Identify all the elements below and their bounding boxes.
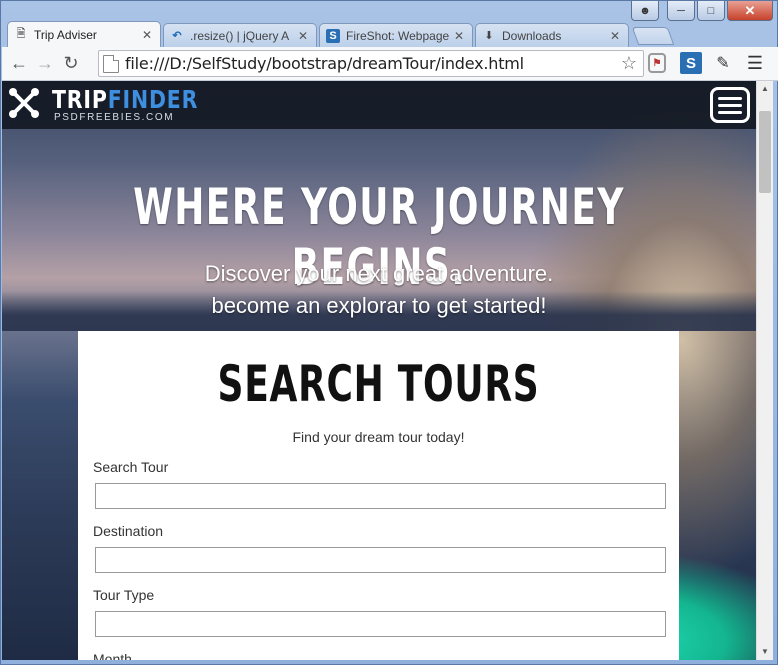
file-page-icon [103, 54, 119, 73]
close-window-button[interactable]: ✕ [727, 1, 773, 21]
tab-downloads[interactable]: ⬇ Downloads ✕ [475, 23, 629, 47]
url-text[interactable]: file:///D:/SelfStudy/bootstrap/dreamTour… [125, 54, 524, 73]
scroll-down-icon[interactable]: ▼ [757, 644, 773, 660]
back-arrow-icon[interactable]: ← [6, 51, 32, 77]
hamburger-menu-icon[interactable] [710, 87, 750, 123]
new-tab-button[interactable] [631, 27, 675, 45]
tab-jquery-resize[interactable]: ↶ .resize() | jQuery A ✕ [163, 23, 317, 47]
minimize-button[interactable]: ─ [667, 1, 695, 21]
browser-toolbar: ← → ↻ file:///D:/SelfStudy/bootstrap/dre… [2, 47, 778, 81]
month-label: Month [93, 651, 132, 660]
search-tours-card: SEARCH TOURS Find your dream tour today!… [78, 331, 679, 660]
search-tour-label: Search Tour [93, 459, 169, 475]
fireshot-icon: S [326, 28, 340, 43]
close-tab-icon[interactable]: ✕ [296, 29, 310, 43]
close-tab-icon[interactable]: ✕ [608, 29, 622, 43]
forward-arrow-icon[interactable]: → [32, 51, 58, 77]
close-tab-icon[interactable]: ✕ [452, 29, 466, 43]
search-title: SEARCH TOURS [217, 355, 540, 413]
page-icon: 🗎 [16, 28, 26, 40]
site-navbar: TRIPFINDER PSDFREEBIES.COM [2, 81, 756, 129]
tab-strip: 🗎 Trip Adviser ✕ ↶ .resize() | jQuery A … [7, 21, 675, 47]
destination-label: Destination [93, 523, 164, 539]
fireshot-extension-icon[interactable]: S [680, 52, 702, 74]
tab-label: .resize() | jQuery A [190, 28, 290, 43]
tour-type-label: Tour Type [93, 587, 155, 603]
scrollbar-thumb[interactable] [759, 111, 771, 193]
logo-subtitle: PSDFREEBIES.COM [54, 112, 175, 123]
logo-text[interactable]: TRIPFINDER [52, 86, 198, 114]
user-icon[interactable]: ☻ [631, 1, 659, 21]
bookmark-star-icon[interactable]: ☆ [621, 53, 637, 74]
search-tagline: Find your dream tour today! [292, 429, 465, 445]
tab-trip-adviser[interactable]: 🗎 Trip Adviser ✕ [7, 21, 161, 47]
reload-icon[interactable]: ↻ [58, 51, 84, 77]
page-viewport: TRIPFINDER PSDFREEBIES.COM WHERE YOUR JO… [2, 81, 756, 660]
vertical-scrollbar[interactable]: ▲ ▼ [756, 81, 773, 660]
hero-subtitle: Discover your next great adventure. beco… [2, 258, 756, 322]
browser-window: ☻ ─ □ ✕ 🗎 Trip Adviser ✕ ↶ .resize() | j… [0, 0, 778, 665]
browser-menu-icon[interactable]: ☰ [744, 52, 766, 74]
search-tour-input[interactable] [95, 483, 666, 509]
address-bar[interactable]: file:///D:/SelfStudy/bootstrap/dreamTour… [98, 50, 644, 77]
jquery-icon: ↶ [172, 30, 182, 42]
tab-fireshot[interactable]: S FireShot: Webpage ✕ [319, 23, 473, 47]
destination-input[interactable] [95, 547, 666, 573]
download-icon: ⬇ [484, 30, 494, 42]
eyedropper-extension-icon[interactable]: ✎ [712, 52, 734, 74]
close-tab-icon[interactable]: ✕ [140, 28, 154, 42]
title-bar: ☻ ─ □ ✕ 🗎 Trip Adviser ✕ ↶ .resize() | j… [1, 1, 777, 47]
tab-label: FireShot: Webpage [346, 28, 450, 43]
logo-text-finder: FINDER [107, 85, 199, 114]
logo-icon[interactable] [8, 87, 40, 119]
shield-extension-icon[interactable]: ⚑ [648, 53, 666, 73]
hero-subtitle-line1: Discover your next great adventure. [204, 261, 554, 286]
hero-subtitle-line2: become an explorar to get started! [211, 293, 547, 318]
window-controls: ☻ ─ □ ✕ [631, 1, 773, 21]
tab-label: Downloads [502, 28, 562, 43]
tour-type-input[interactable] [95, 611, 666, 637]
logo-text-trip: TRIP [52, 85, 108, 114]
scroll-up-icon[interactable]: ▲ [757, 81, 773, 97]
maximize-button[interactable]: □ [697, 1, 725, 21]
tab-label: Trip Adviser [34, 27, 97, 42]
